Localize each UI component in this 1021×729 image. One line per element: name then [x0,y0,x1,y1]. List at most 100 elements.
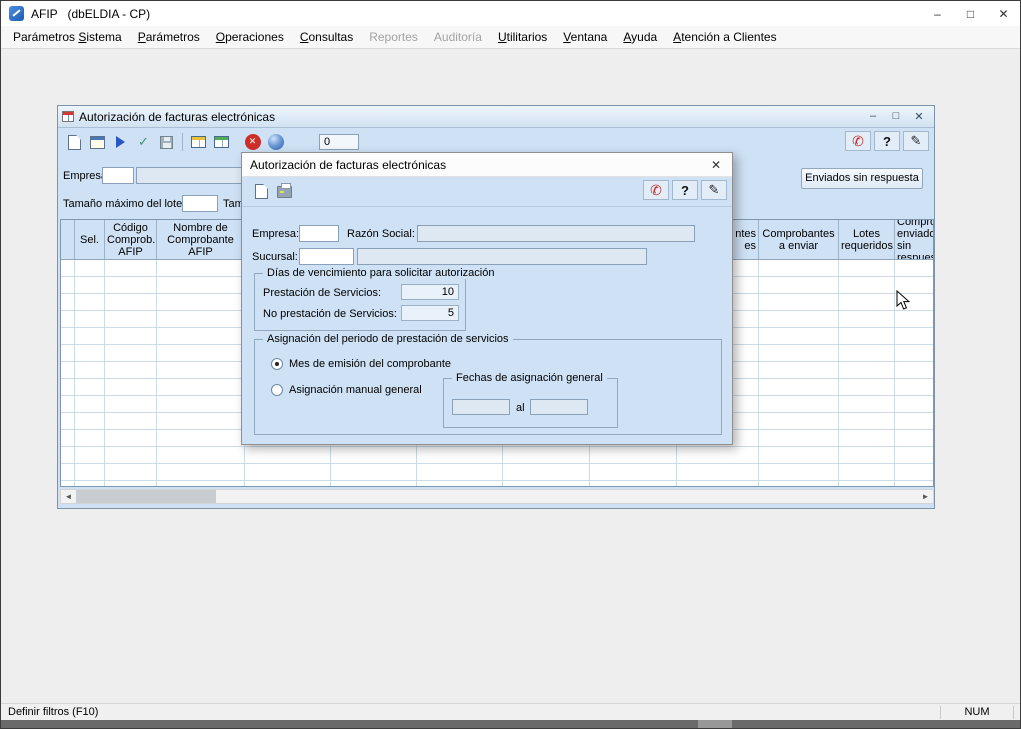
lotes-table-button[interactable] [187,131,210,153]
table-cell [839,362,895,379]
menu-item[interactable]: Atención a Clientes [665,27,784,47]
menu-item[interactable]: Operaciones [208,27,292,47]
table-cell [75,447,105,464]
fecha-desde-input[interactable] [452,399,510,415]
dialog-toolbar-right [643,180,727,200]
table-row[interactable] [61,481,933,487]
table-cell [895,294,933,311]
menu-item[interactable]: Ventana [555,27,615,47]
dialog-help-button[interactable] [672,180,698,200]
table-cell [75,430,105,447]
signature-button[interactable] [903,131,929,151]
grid-column-header[interactable]: CódigoComprob.AFIP [105,220,157,259]
menu-item[interactable]: Ayuda [615,27,665,47]
table-cell [839,481,895,487]
save-button[interactable] [155,131,178,153]
help-button[interactable] [874,131,900,151]
prestacion-value-field[interactable]: 10 [401,284,459,300]
table-cell [105,396,157,413]
razon-social-label: Razón Social: [347,228,415,240]
table-cell [105,430,157,447]
sphere-button[interactable] [264,131,287,153]
asignacion-group-title: Asignación del periodo de prestación de … [263,333,513,345]
child-window-controls: – □ ✕ [865,110,930,123]
radio-mes-emision-label: Mes de emisión del comprobante [289,358,451,370]
confirm-button[interactable] [132,131,155,153]
dialog-close-button[interactable]: ✕ [700,153,732,176]
grid-column-header[interactable] [61,220,75,259]
empresa-code-input[interactable] [102,167,134,184]
radio-mes-emision[interactable] [271,358,283,370]
menu-item[interactable]: Parámetros [130,27,208,47]
grid-column-header[interactable]: Nombre deComprobanteAFIP [157,220,245,259]
lote-counter-field[interactable]: 0 [319,134,359,150]
status-text: Definir filtros (F10) [1,706,98,718]
scroll-thumb[interactable] [76,490,216,503]
scroll-right-button[interactable]: ► [918,490,933,503]
sucursal-label: Sucursal: [252,251,298,263]
table-cell [759,396,839,413]
radio-asignacion-manual[interactable] [271,384,283,396]
dialog-title-bar[interactable]: Autorización de facturas electrónicas ✕ [242,153,732,177]
minimize-button[interactable]: – [921,1,954,26]
scroll-left-button[interactable]: ◄ [61,490,76,503]
table-cell [105,362,157,379]
table-cell [759,294,839,311]
table-cell [61,260,75,277]
properties-button[interactable] [86,131,109,153]
table-cell [759,447,839,464]
table-cell [157,362,245,379]
table-cell [839,294,895,311]
dialog-empresa-input[interactable] [299,225,339,242]
dialog-phone-button[interactable] [643,180,669,200]
close-button[interactable]: ✕ [987,1,1020,26]
table-row[interactable] [61,447,933,464]
cancel-icon [245,134,261,150]
no-prestacion-value-field[interactable]: 5 [401,305,459,321]
table-cell [105,311,157,328]
sphere-icon [268,134,284,150]
help-icon [681,183,689,198]
grid-column-header[interactable]: Comprobantesa enviar [759,220,839,259]
vencimiento-group-title: Días de vencimiento para solicitar autor… [263,267,498,279]
child-close-button[interactable]: ✕ [911,110,927,123]
table-cell [105,447,157,464]
cancel-button[interactable] [241,131,264,153]
child-minimize-button[interactable]: – [865,110,881,123]
radio-row-mes-emision[interactable]: Mes de emisión del comprobante [271,358,451,370]
dialog-new-button[interactable] [250,181,273,203]
fecha-hasta-input[interactable] [530,399,588,415]
menu-item[interactable]: Utilitarios [490,27,555,47]
dialog-print-button[interactable] [273,181,296,203]
menu-item[interactable]: Consultas [292,27,361,47]
title-bar[interactable]: AFIP (dbELDIA - CP) – □ ✕ [1,1,1020,26]
table-cell [895,277,933,294]
table-cell [245,481,331,487]
table-cell [839,260,895,277]
radio-row-asignacion-manual[interactable]: Asignación manual general [271,384,422,396]
bottom-band-highlight [698,720,732,728]
maximize-button[interactable]: □ [954,1,987,26]
dialog-empresa-label: Empresa: [252,228,299,240]
grid-column-header[interactable]: Sel. [75,220,105,259]
grid-column-header[interactable]: Lotesrequeridos [839,220,895,259]
run-button[interactable] [109,131,132,153]
table-cell [61,481,75,487]
child-maximize-button[interactable]: □ [888,110,904,123]
table-cell [105,260,157,277]
new-button[interactable] [63,131,86,153]
menu-item[interactable]: Parámetros Sistema [5,27,130,47]
toolbar-separator [182,133,183,151]
envios-table-button[interactable] [210,131,233,153]
table-cell [590,447,677,464]
sucursal-code-input[interactable] [299,248,354,265]
child-title-bar[interactable]: Autorización de facturas electrónicas – … [58,106,934,128]
table-cell [61,311,75,328]
phone-button[interactable] [845,131,871,151]
enviados-sin-respuesta-button[interactable]: Enviados sin respuesta [801,168,923,189]
horizontal-scrollbar[interactable]: ◄ ► [60,489,934,504]
dialog-signature-button[interactable] [701,180,727,200]
grid-column-header[interactable]: Comprobantesenviadossin respuesta [895,220,933,259]
table-row[interactable] [61,464,933,481]
tamano-lote-input[interactable] [182,195,218,212]
